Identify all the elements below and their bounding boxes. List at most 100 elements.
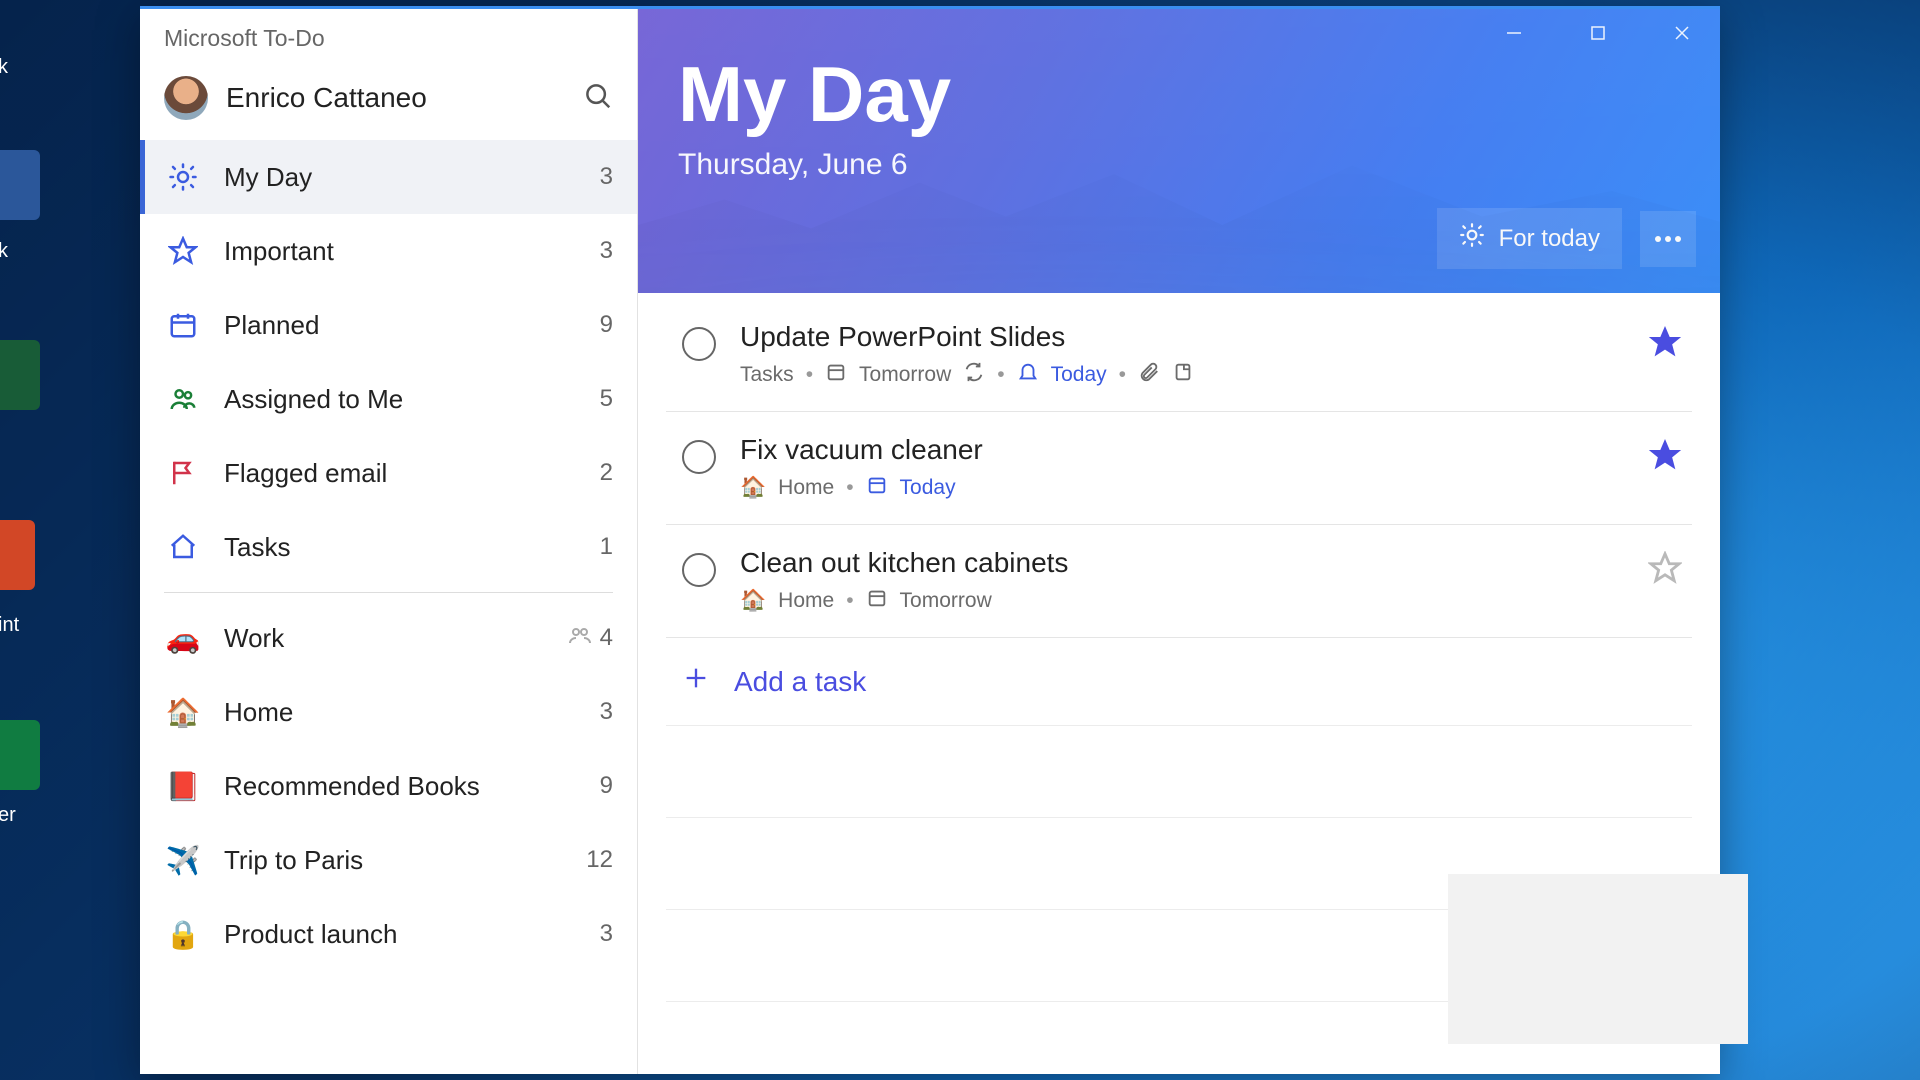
close-button[interactable] [1654, 13, 1710, 53]
sidebar-item-label: Planned [224, 310, 592, 341]
sidebar-item-label: Trip to Paris [224, 845, 578, 876]
desktop-label-partial: int [0, 614, 19, 637]
task-row[interactable]: Fix vacuum cleaner 🏠 Home • Today [666, 412, 1692, 525]
sidebar-item-my-day[interactable]: My Day 3 [140, 140, 637, 214]
calendar-icon [866, 587, 888, 615]
task-body: Fix vacuum cleaner 🏠 Home • Today [740, 434, 1634, 502]
meta-separator: • [846, 476, 853, 500]
profile-name: Enrico Cattaneo [226, 82, 565, 114]
sidebar-item-flagged[interactable]: Flagged email 2 [140, 436, 637, 510]
sidebar: Microsoft To-Do Enrico Cattaneo My Day 3 [140, 9, 638, 1074]
window-controls [1486, 9, 1720, 57]
star-icon [164, 232, 202, 270]
add-task-input[interactable]: Add a task [666, 638, 1692, 726]
sidebar-item-count: 9 [600, 311, 613, 339]
sidebar-list-product-launch[interactable]: 🔒 Product launch 3 [140, 897, 637, 971]
task-due: Tomorrow [859, 363, 951, 387]
profile[interactable]: Enrico Cattaneo [140, 60, 637, 140]
sidebar-item-important[interactable]: Important 3 [140, 214, 637, 288]
sidebar-item-label: Tasks [224, 532, 592, 563]
task-list-name: Home [778, 476, 834, 500]
sidebar-item-label: Product launch [224, 919, 592, 950]
assigned-icon [164, 380, 202, 418]
task-star-button[interactable] [1648, 551, 1682, 585]
home-icon [164, 528, 202, 566]
bell-icon [1017, 361, 1039, 389]
desktop-app-icon[interactable] [0, 520, 35, 590]
sidebar-list-home[interactable]: 🏠 Home 3 [140, 675, 637, 749]
desktop-label-partial: k [0, 240, 8, 263]
task-title: Fix vacuum cleaner [740, 434, 1634, 466]
flag-icon [164, 454, 202, 492]
for-today-button[interactable]: For today [1437, 208, 1622, 269]
list-emoji-icon: 📕 [164, 767, 202, 805]
task-row[interactable]: Update PowerPoint Slides Tasks • Tomorro… [666, 299, 1692, 412]
sidebar-divider [164, 592, 613, 593]
sidebar-item-label: Recommended Books [224, 771, 592, 802]
overlay-placeholder [1448, 874, 1748, 1044]
desktop-icon-strip: k k int er [0, 0, 140, 1080]
add-task-label: Add a task [734, 666, 866, 698]
shared-icon [568, 623, 592, 654]
search-icon[interactable] [583, 81, 613, 116]
task-star-button[interactable] [1648, 438, 1682, 472]
hero-actions: For today [1437, 208, 1696, 269]
task-meta: 🏠 Home • Tomorrow [740, 587, 1634, 615]
desktop-app-icon[interactable] [0, 340, 40, 410]
sidebar-smart-lists: My Day 3 Important 3 Planned 9 [140, 140, 637, 971]
desktop-label-partial: k [0, 56, 8, 79]
meta-separator: • [997, 363, 1004, 387]
sidebar-item-count: 3 [600, 920, 613, 948]
sidebar-item-planned[interactable]: Planned 9 [140, 288, 637, 362]
meta-separator: • [1119, 363, 1126, 387]
sidebar-item-tasks[interactable]: Tasks 1 [140, 510, 637, 584]
sidebar-list-trip[interactable]: ✈️ Trip to Paris 12 [140, 823, 637, 897]
avatar[interactable] [164, 76, 208, 120]
desktop-app-icon[interactable] [0, 720, 40, 790]
sidebar-item-assigned[interactable]: Assigned to Me 5 [140, 362, 637, 436]
task-row[interactable]: Clean out kitchen cabinets 🏠 Home • Tomo… [666, 525, 1692, 638]
sidebar-item-label: Assigned to Me [224, 384, 592, 415]
desktop-app-icon[interactable] [0, 150, 40, 220]
note-icon [1172, 361, 1194, 389]
sidebar-item-count: 5 [600, 385, 613, 413]
task-list-emoji: 🏠 [740, 476, 766, 500]
lightbulb-icon [1459, 222, 1485, 255]
sidebar-item-label: Work [224, 623, 558, 654]
placeholder-row [666, 726, 1692, 818]
sidebar-item-label: Home [224, 697, 592, 728]
for-today-label: For today [1499, 225, 1600, 253]
sidebar-list-work[interactable]: 🚗 Work 4 [140, 601, 637, 675]
maximize-button[interactable] [1570, 13, 1626, 53]
sidebar-item-label: Important [224, 236, 592, 267]
sidebar-item-count: 2 [600, 459, 613, 487]
task-checkbox[interactable] [682, 327, 716, 361]
repeat-icon [963, 361, 985, 389]
task-due: Tomorrow [900, 589, 992, 613]
more-options-button[interactable] [1640, 211, 1696, 267]
list-emoji-icon: 🚗 [164, 619, 202, 657]
plus-icon [682, 664, 710, 699]
calendar-icon [825, 361, 847, 389]
task-checkbox[interactable] [682, 553, 716, 587]
task-reminder: Today [1051, 363, 1107, 387]
task-title: Clean out kitchen cabinets [740, 547, 1634, 579]
sidebar-item-count: 1 [600, 533, 613, 561]
task-body: Clean out kitchen cabinets 🏠 Home • Tomo… [740, 547, 1634, 615]
task-checkbox[interactable] [682, 440, 716, 474]
sidebar-list-books[interactable]: 📕 Recommended Books 9 [140, 749, 637, 823]
task-list-name: Tasks [740, 363, 794, 387]
task-star-button[interactable] [1648, 325, 1682, 359]
list-emoji-icon: ✈️ [164, 841, 202, 879]
task-meta: 🏠 Home • Today [740, 474, 1634, 502]
task-meta: Tasks • Tomorrow • Today [740, 361, 1634, 389]
page-title: My Day [678, 49, 1680, 140]
calendar-icon [164, 306, 202, 344]
sidebar-item-count: 3 [600, 163, 613, 191]
page-date: Thursday, June 6 [678, 148, 1680, 182]
task-due: Today [900, 476, 956, 500]
sidebar-item-count: 9 [600, 772, 613, 800]
minimize-button[interactable] [1486, 13, 1542, 53]
task-title: Update PowerPoint Slides [740, 321, 1634, 353]
sidebar-item-count: 3 [600, 698, 613, 726]
